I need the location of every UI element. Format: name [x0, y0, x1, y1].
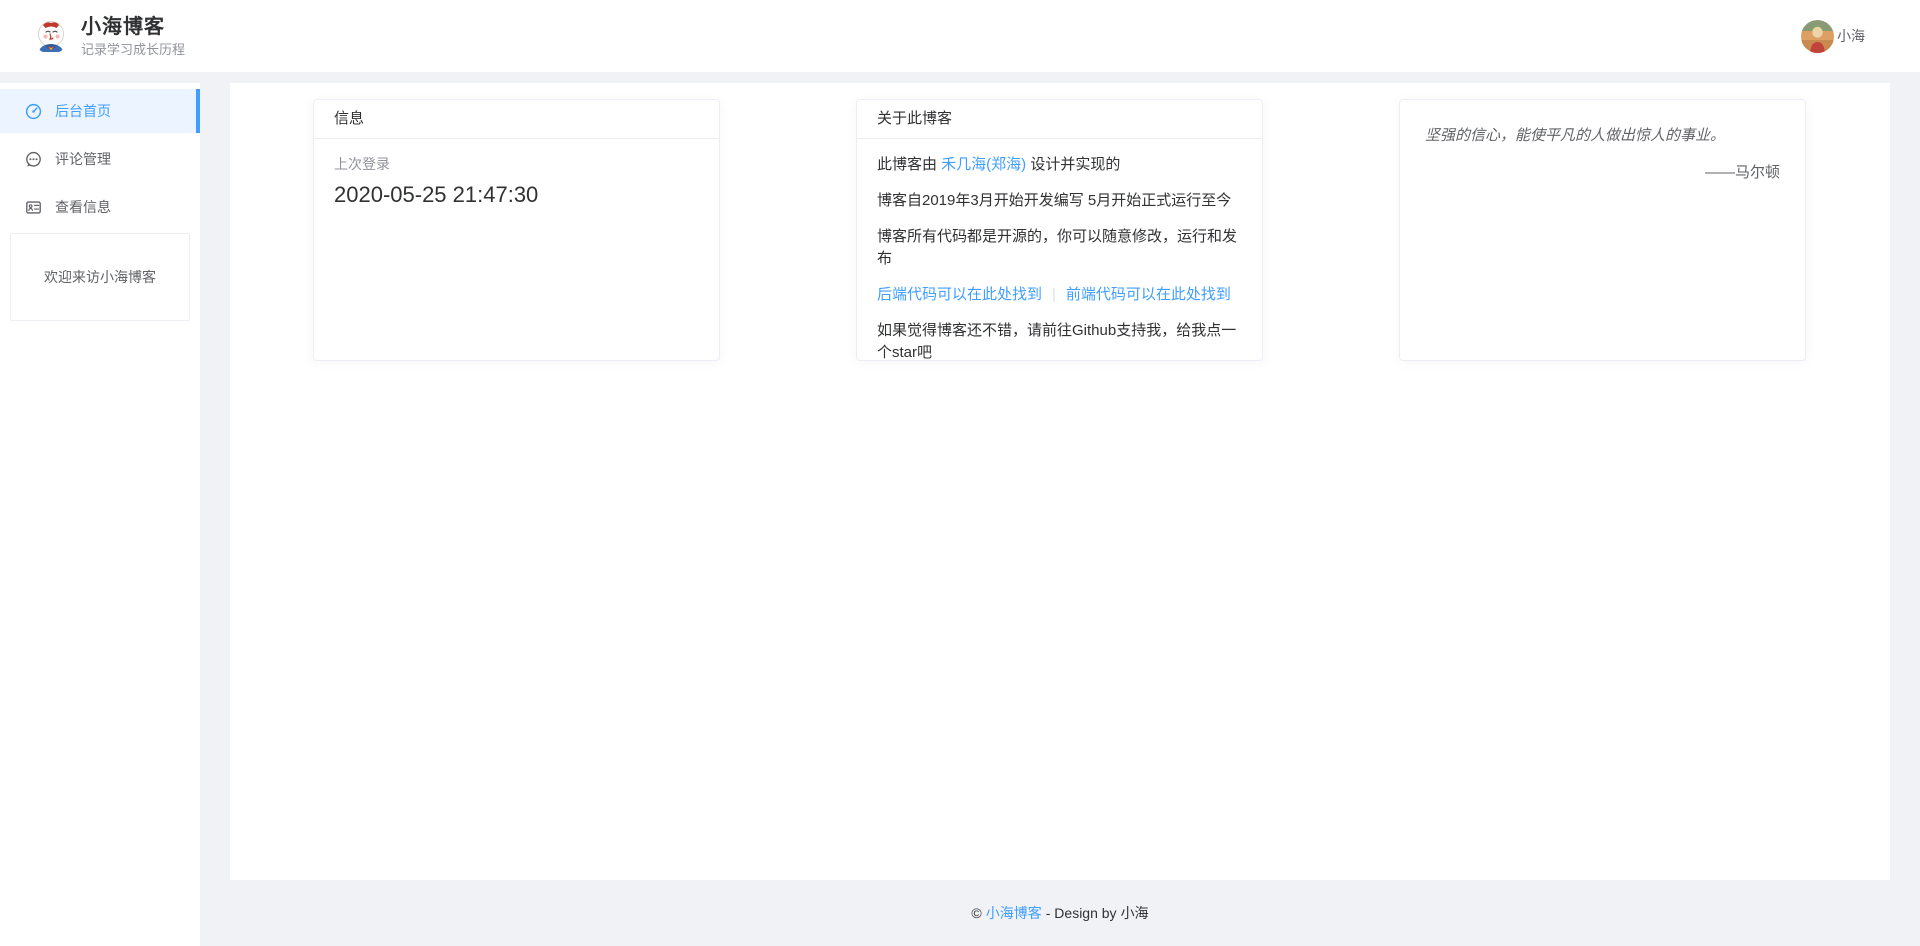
id-card-icon	[25, 199, 42, 216]
about-card-body: 此博客由 禾几海(郑海) 设计并实现的 博客自2019年3月开始开发编写 5月开…	[857, 139, 1262, 379]
welcome-text: 欢迎来访小海博客	[44, 267, 156, 287]
user-menu[interactable]: 小海	[1801, 20, 1865, 53]
info-card-body: 上次登录 2020-05-25 21:47:30	[314, 139, 719, 225]
sidebar-item-label: 查看信息	[55, 197, 111, 217]
about-card: 关于此博客 此博客由 禾几海(郑海) 设计并实现的 博客自2019年3月开始开发…	[856, 99, 1263, 361]
backend-code-link[interactable]: 后端代码可以在此处找到	[877, 286, 1042, 303]
quote-card-body: 坚强的信心，能使平凡的人做出惊人的事业。 ——马尔顿	[1400, 100, 1805, 209]
about-history-line: 博客自2019年3月开始开发编写 5月开始正式运行至今	[877, 190, 1242, 212]
info-card-title: 信息	[314, 100, 719, 139]
about-card-title: 关于此博客	[857, 100, 1262, 139]
page-footer: © 小海博客 - Design by 小海	[200, 880, 1920, 946]
about-code-links-line: 后端代码可以在此处找到 | 前端代码可以在此处找到	[877, 284, 1242, 306]
link-separator: |	[1052, 286, 1056, 303]
sidebar-item-comments[interactable]: 评论管理	[0, 137, 200, 181]
site-subtitle: 记录学习成长历程	[81, 42, 185, 58]
main-panel: 信息 上次登录 2020-05-25 21:47:30 关于此博客 此博客由 禾…	[230, 83, 1890, 880]
dashboard-icon	[25, 103, 42, 120]
frontend-code-link[interactable]: 前端代码可以在此处找到	[1066, 286, 1231, 303]
user-avatar-icon	[1801, 20, 1834, 53]
site-title: 小海博客	[81, 15, 185, 39]
footer-copyright: ©	[971, 905, 981, 921]
last-login-time: 2020-05-25 21:47:30	[334, 180, 699, 210]
info-card: 信息 上次登录 2020-05-25 21:47:30	[313, 99, 720, 361]
about-intro-prefix: 此博客由	[877, 156, 941, 173]
footer-site-link[interactable]: 小海博客	[986, 903, 1042, 923]
brand-text: 小海博客 记录学习成长历程	[81, 15, 185, 58]
about-intro-suffix: 设计并实现的	[1026, 156, 1120, 173]
content-column: 信息 上次登录 2020-05-25 21:47:30 关于此博客 此博客由 禾…	[200, 83, 1920, 946]
page-layout: 后台首页 评论管理 查看信息 欢迎来访小海博客	[0, 83, 1920, 946]
footer-designer: 小海	[1121, 903, 1149, 923]
sidebar-item-view-info[interactable]: 查看信息	[0, 185, 200, 229]
sidebar: 后台首页 评论管理 查看信息 欢迎来访小海博客	[0, 83, 200, 946]
about-intro-line: 此博客由 禾几海(郑海) 设计并实现的	[877, 154, 1242, 176]
quote-text: 坚强的信心，能使平凡的人做出惊人的事业。	[1425, 125, 1780, 147]
quote-card: 坚强的信心，能使平凡的人做出惊人的事业。 ——马尔顿	[1399, 99, 1806, 361]
sidebar-item-dashboard[interactable]: 后台首页	[0, 89, 200, 133]
footer-design-text: - Design by	[1046, 905, 1117, 921]
last-login-label: 上次登录	[334, 154, 699, 174]
author-link[interactable]: 禾几海(郑海)	[941, 156, 1026, 173]
sidebar-item-label: 后台首页	[55, 101, 111, 121]
app-header: 小海博客 记录学习成长历程 小海	[0, 0, 1920, 72]
site-logo-icon[interactable]	[33, 18, 69, 54]
about-star-line: 如果觉得博客还不错，请前往Github支持我，给我点一个star吧	[877, 320, 1242, 364]
user-name: 小海	[1837, 26, 1865, 46]
about-opensource-line: 博客所有代码都是开源的，你可以随意修改，运行和发布	[877, 226, 1242, 270]
quote-author: ——马尔顿	[1425, 162, 1780, 184]
brand: 小海博客 记录学习成长历程	[33, 15, 185, 58]
comments-icon	[25, 151, 42, 168]
sidebar-item-label: 评论管理	[55, 149, 111, 169]
welcome-box: 欢迎来访小海博客	[10, 233, 190, 321]
